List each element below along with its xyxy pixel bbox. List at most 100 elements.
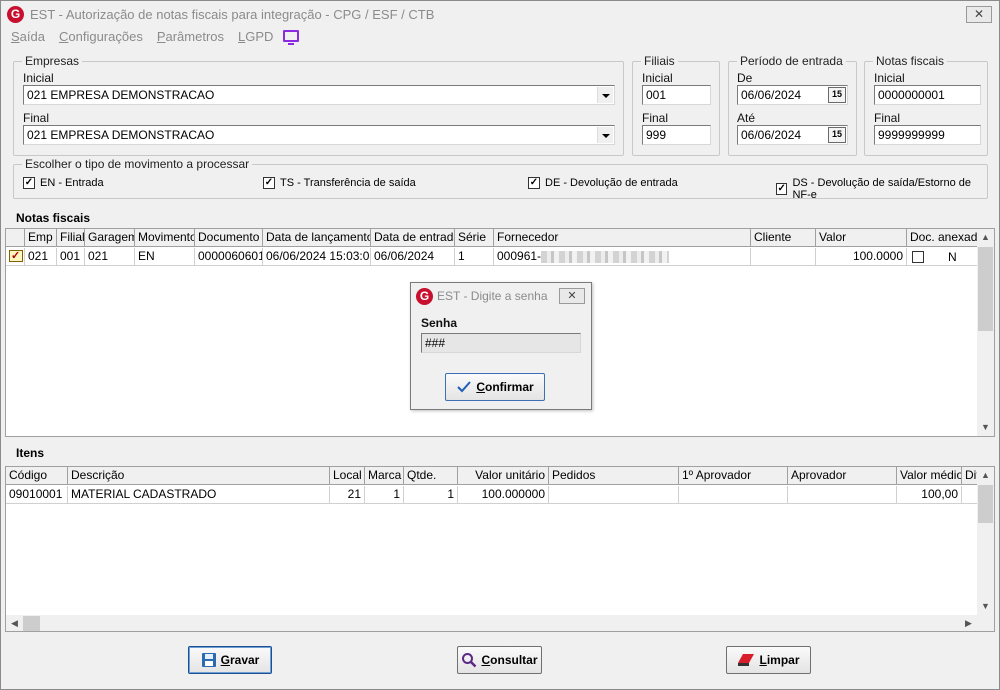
col-qtde[interactable]: Qtde. [404, 467, 458, 485]
chevron-down-icon[interactable] [597, 87, 613, 103]
periodo-de-input[interactable]: 06/06/2024 15 [737, 85, 848, 105]
menu-parametros[interactable]: Parâmetros [157, 29, 224, 44]
filial-final-input[interactable]: 999 [642, 125, 711, 145]
periodo-group: Período de entrada De 06/06/2024 15 Até … [728, 54, 857, 156]
checkbox-ds-box[interactable]: ✓ [776, 183, 788, 195]
col-local[interactable]: Local [330, 467, 365, 485]
scroll-thumb[interactable] [978, 247, 993, 331]
itens-horizontal-scrollbar[interactable]: ◀ ▶ [6, 615, 994, 631]
chevron-down-icon[interactable] [597, 127, 613, 143]
col-pedidos[interactable]: Pedidos [549, 467, 679, 485]
confirmar-button[interactable]: Confirmar [445, 373, 545, 401]
col-descricao[interactable]: Descrição [68, 467, 330, 485]
table-row[interactable]: 09010001 MATERIAL CADASTRADO 21 1 1 100.… [6, 486, 979, 504]
empresas-title: Empresas [22, 54, 83, 68]
scroll-thumb[interactable] [978, 485, 993, 523]
row-selector[interactable] [6, 248, 25, 266]
menu-configuracoes[interactable]: Configurações [59, 29, 143, 44]
checkbox-de-box[interactable]: ✓ [528, 177, 540, 189]
col-codigo[interactable]: Código [6, 467, 68, 485]
itens-grid-header: Código Descrição Local Marca Qtde. Valor… [6, 467, 979, 485]
senha-dialog: G EST - Digite a senha ✕ Senha ### Confi… [410, 282, 592, 410]
gravar-button[interactable]: Gravar [188, 646, 272, 674]
col-garagem[interactable]: Garagem [85, 229, 135, 247]
col-data-lancamento[interactable]: Data de lançamento [263, 229, 371, 247]
nota-inicial-label: Inicial [874, 71, 905, 85]
itens-grid[interactable]: Código Descrição Local Marca Qtde. Valor… [5, 466, 995, 632]
menu-saida[interactable]: Saída [11, 29, 45, 44]
menu-bar: Saída Configurações Parâmetros LGPD [11, 28, 300, 45]
empresa-inicial-combo[interactable]: 021 EMPRESA DEMONSTRACAO [23, 85, 615, 105]
col-documento[interactable]: Documento [195, 229, 263, 247]
filiais-title: Filiais [641, 54, 678, 68]
itens-vertical-scrollbar[interactable]: ▲ ▼ [977, 467, 994, 615]
col-serie[interactable]: Série [455, 229, 494, 247]
cell-codigo: 09010001 [6, 486, 68, 504]
col-movimento[interactable]: Movimento [135, 229, 195, 247]
scroll-down-icon[interactable]: ▼ [977, 598, 994, 615]
checkbox-de[interactable]: ✓ DE - Devolução de entrada [528, 177, 678, 189]
monitor-icon[interactable] [283, 30, 300, 45]
nota-inicial-input[interactable]: 0000000001 [874, 85, 981, 105]
close-button[interactable]: ✕ [966, 6, 992, 23]
fornecedor-code: 000961- [497, 249, 542, 263]
limpar-button[interactable]: Limpar [726, 646, 811, 674]
confirmar-label: Confirmar [476, 380, 534, 394]
checkbox-ts[interactable]: ✓ TS - Transferência de saída [263, 177, 416, 189]
scroll-up-icon[interactable]: ▲ [977, 229, 994, 246]
scroll-up-icon[interactable]: ▲ [977, 467, 994, 484]
menu-lgpd[interactable]: LGPD [238, 29, 273, 44]
cell-garagem: 021 [85, 248, 135, 266]
consultar-label: Consultar [481, 653, 538, 667]
cell-documento: 0000060601 [195, 248, 263, 266]
col-valor-unitario[interactable]: Valor unitário [458, 467, 549, 485]
consultar-button[interactable]: Consultar [457, 646, 542, 674]
scroll-right-icon[interactable]: ▶ [960, 615, 977, 631]
nota-final-input[interactable]: 9999999999 [874, 125, 981, 145]
col-marca[interactable]: Marca [365, 467, 404, 485]
checkbox-en[interactable]: ✓ EN - Entrada [23, 177, 104, 189]
doc-anexados-checkbox[interactable] [912, 251, 924, 263]
periodo-ate-value: 06/06/2024 [741, 128, 802, 142]
dialog-close-button[interactable]: ✕ [559, 288, 585, 304]
calendar-icon[interactable]: 15 [828, 87, 846, 103]
app-logo-icon: G [416, 287, 433, 305]
col-filial[interactable]: Filial [57, 229, 85, 247]
cell-valor: 100.0000 [816, 248, 907, 266]
cell-doc-anexados: N [907, 248, 979, 266]
col-valor[interactable]: Valor [816, 229, 907, 247]
senha-input[interactable]: ### [421, 333, 581, 353]
table-row[interactable]: 021 001 021 EN 0000060601 06/06/2024 15:… [6, 248, 979, 266]
filial-inicial-input[interactable]: 001 [642, 85, 711, 105]
senha-label: Senha [421, 316, 458, 330]
cell-emp: 021 [25, 248, 57, 266]
col-data-entrada[interactable]: Data de entrada [371, 229, 455, 247]
periodo-title: Período de entrada [737, 54, 846, 68]
col-fornecedor[interactable]: Fornecedor [494, 229, 751, 247]
col-selector[interactable] [6, 229, 25, 247]
scroll-down-icon[interactable]: ▼ [977, 419, 994, 436]
checkbox-ds-label: DS - Devolução de saída/Estorno de NF-e [792, 177, 971, 201]
calendar-icon[interactable]: 15 [828, 127, 846, 143]
col-1-aprovador[interactable]: 1º Aprovador [679, 467, 788, 485]
gravar-label: Gravar [220, 653, 260, 667]
empresa-final-combo[interactable]: 021 EMPRESA DEMONSTRACAO [23, 125, 615, 145]
periodo-ate-input[interactable]: 06/06/2024 15 [737, 125, 848, 145]
save-icon [201, 653, 216, 667]
checkbox-ts-box[interactable]: ✓ [263, 177, 275, 189]
empresa-inicial-label: Inicial [23, 71, 54, 85]
cell-valor-medio: 100,00 [897, 486, 962, 504]
col-aprovador[interactable]: Aprovador [788, 467, 897, 485]
checkbox-ds[interactable]: ✓ DS - Devolução de saída/Estorno de NF-… [776, 177, 987, 201]
checkbox-en-label: EN - Entrada [40, 177, 104, 189]
col-doc-anexados[interactable]: Doc. anexados [907, 229, 979, 247]
col-emp[interactable]: Emp [25, 229, 57, 247]
notas-vertical-scrollbar[interactable]: ▲ ▼ [977, 229, 994, 436]
scroll-thumb[interactable] [23, 616, 40, 631]
col-cliente[interactable]: Cliente [751, 229, 816, 247]
scroll-left-icon[interactable]: ◀ [6, 615, 23, 631]
row-pointer-icon [9, 248, 23, 265]
movimento-title: Escolher o tipo de movimento a processar [22, 157, 253, 171]
col-valor-medio[interactable]: Valor médio [897, 467, 962, 485]
checkbox-en-box[interactable]: ✓ [23, 177, 35, 189]
